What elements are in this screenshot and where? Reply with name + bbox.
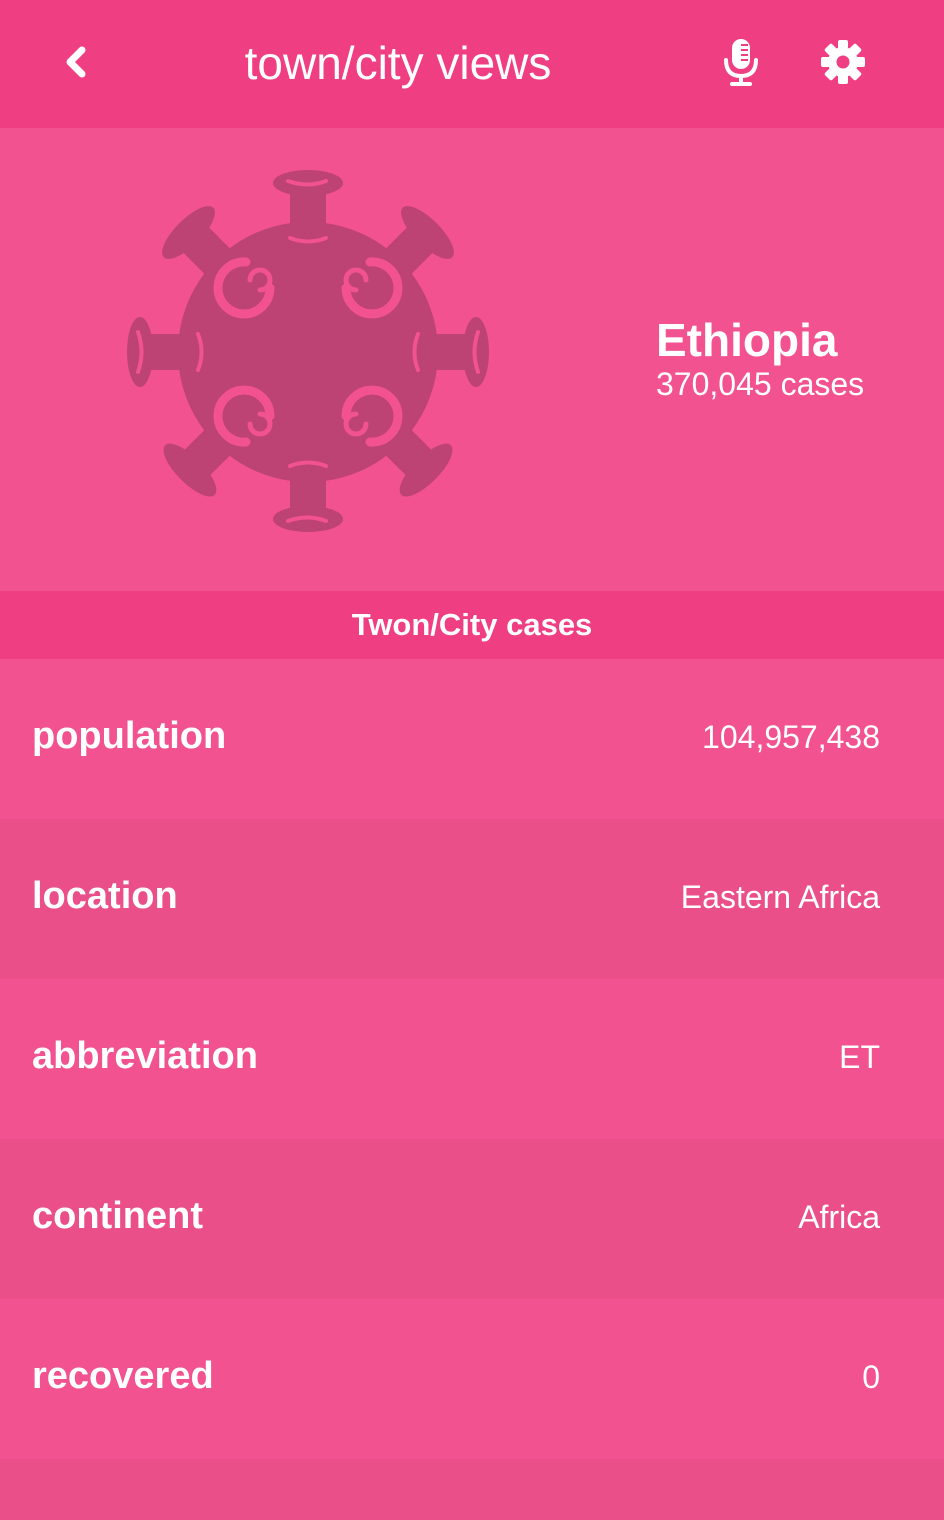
detail-label: location xyxy=(32,875,178,917)
back-button[interactable] xyxy=(46,34,106,90)
detail-row-population: population 104,957,438 xyxy=(0,659,944,819)
detail-label: recovered xyxy=(32,1355,214,1397)
voice-search-button[interactable] xyxy=(710,30,772,94)
app-screen: town/city views Ethiopia 370,045 cases T… xyxy=(0,0,944,1520)
detail-row-location: location Eastern Africa xyxy=(0,819,944,979)
detail-label: abbreviation xyxy=(32,1035,258,1077)
microphone-icon xyxy=(724,39,758,86)
detail-row-recovered: recovered 0 xyxy=(0,1299,944,1459)
country-summary: Ethiopia 370,045 cases xyxy=(0,128,944,591)
detail-value: Eastern Africa xyxy=(680,879,880,915)
detail-label: continent xyxy=(32,1195,203,1237)
detail-value: Africa xyxy=(798,1199,880,1235)
list-item xyxy=(0,1459,944,1520)
chevron-left-icon xyxy=(66,46,86,78)
detail-row-continent: continent Africa xyxy=(0,1139,944,1299)
detail-value: 104,957,438 xyxy=(702,719,880,755)
virus-icon xyxy=(127,170,489,532)
country-name: Ethiopia xyxy=(656,314,838,366)
detail-row-abbreviation: abbreviation ET xyxy=(0,979,944,1139)
detail-value: 0 xyxy=(862,1359,880,1395)
gear-icon xyxy=(821,40,865,84)
page-title: town/city views xyxy=(244,37,552,89)
app-bar: town/city views xyxy=(0,0,944,128)
settings-button[interactable] xyxy=(812,30,874,94)
section-header: Twon/City cases xyxy=(0,591,944,659)
detail-label: population xyxy=(32,715,227,757)
detail-value: ET xyxy=(839,1039,880,1075)
details-list: population 104,957,438 location Eastern Afr… xyxy=(0,659,944,1520)
country-case-count: 370,045 cases xyxy=(656,366,865,402)
